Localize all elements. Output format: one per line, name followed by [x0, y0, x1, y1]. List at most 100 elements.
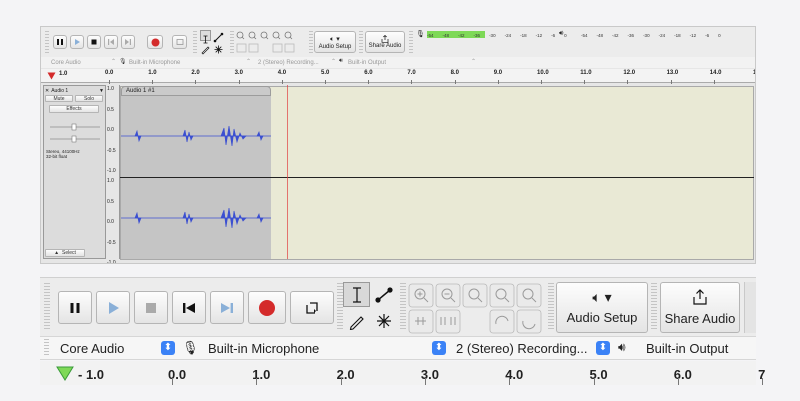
- amplitude-scale-label: 0.5: [107, 106, 114, 113]
- record-button[interactable]: [248, 291, 286, 324]
- pause-button[interactable]: [53, 35, 67, 49]
- share-audio-button[interactable]: Share Audio: [365, 31, 405, 53]
- toolbar-grip[interactable]: [548, 283, 554, 331]
- gain-slider[interactable]: [47, 118, 103, 131]
- record-icon: [151, 38, 159, 46]
- output-device-select[interactable]: Built-in Output: [646, 339, 728, 357]
- toolbar-grip[interactable]: [409, 31, 413, 53]
- chevron-down-icon[interactable]: ▼: [99, 88, 104, 94]
- ruler-tick: [762, 378, 764, 385]
- play-head-icon[interactable]: [56, 366, 74, 381]
- toolbar-grip[interactable]: [44, 339, 49, 357]
- record-button[interactable]: [147, 35, 163, 49]
- undo-button[interactable]: [490, 310, 514, 333]
- zoom-toggle-button[interactable]: [517, 284, 541, 307]
- audio-setup-label: Audio Setup: [318, 43, 352, 50]
- close-icon[interactable]: ✕: [45, 88, 49, 94]
- stop-icon: [91, 39, 97, 45]
- solo-button[interactable]: Solo: [75, 95, 103, 102]
- select-tool-icon[interactable]: [200, 30, 211, 44]
- ruler-label: 13.0: [666, 70, 679, 76]
- toolbar-grip[interactable]: [193, 31, 197, 53]
- pan-slider[interactable]: [47, 130, 103, 143]
- multi-tool-button[interactable]: [370, 308, 397, 333]
- ruler-tick: [281, 80, 283, 84]
- ruler-label: 8.0: [450, 70, 459, 76]
- skip-to-end-button[interactable]: [210, 291, 244, 324]
- clip-title-bar[interactable]: Audio 1 #1: [121, 86, 271, 96]
- skip-to-start-button[interactable]: [172, 291, 206, 324]
- select-tool-button[interactable]: [343, 282, 370, 307]
- tools-toolbar: [199, 30, 225, 55]
- skip-end-icon: [125, 39, 131, 45]
- select-tool-icon: [352, 286, 361, 303]
- ruler-tick: [593, 378, 595, 385]
- ruler-label: 11.0: [580, 70, 592, 76]
- skip-start-icon: [108, 39, 114, 45]
- output-device-select[interactable]: Built-in Output: [348, 58, 386, 67]
- mute-button[interactable]: Mute: [45, 95, 73, 102]
- host-select[interactable]: Core Audio ⬍: [60, 339, 175, 357]
- effects-button[interactable]: Effects: [49, 105, 99, 113]
- skip-to-start-button[interactable]: [104, 35, 118, 49]
- pause-button[interactable]: [58, 291, 92, 324]
- zoom-in-button[interactable]: [409, 284, 433, 307]
- cursor-line: [287, 85, 288, 259]
- multi-tool-icon[interactable]: [213, 42, 224, 54]
- toolbar-grip[interactable]: [309, 31, 313, 53]
- stop-button[interactable]: [134, 291, 168, 324]
- play-head-icon[interactable]: [47, 72, 56, 80]
- skip-to-end-button[interactable]: [121, 35, 135, 49]
- toolbar-edge: [744, 282, 756, 333]
- ruler-tick: [497, 80, 499, 84]
- speaker-icon: 🔊︎: [339, 58, 343, 64]
- loop-button[interactable]: [172, 35, 187, 49]
- toolbar-grip[interactable]: [45, 31, 49, 53]
- ruler-label: 0.0: [168, 367, 187, 382]
- ruler-tick: [670, 80, 672, 84]
- toolbar-grip[interactable]: [651, 283, 657, 331]
- timeline-ruler[interactable]: [40, 361, 756, 385]
- loop-button[interactable]: [290, 291, 334, 324]
- input-device-select[interactable]: Built-in Microphone ⬍: [208, 339, 446, 357]
- ruler-tick: [325, 80, 326, 84]
- toolbar-grip[interactable]: [400, 283, 406, 331]
- draw-tool-icon: [349, 315, 364, 330]
- ruler-label: 3.0: [234, 70, 243, 76]
- ruler-label: 1.0: [252, 367, 271, 382]
- play-button[interactable]: [96, 291, 130, 324]
- select-track-button[interactable]: ▲ Select: [45, 249, 85, 257]
- channels-select[interactable]: 2 (Stereo) Recording... ⬍: [456, 339, 610, 357]
- play-icon: [109, 301, 119, 314]
- fit-selection-button[interactable]: [463, 284, 487, 307]
- draw-tool-icon[interactable]: [200, 42, 211, 55]
- track-name-header[interactable]: ✕ Audio 1 ▼: [45, 87, 104, 94]
- envelope-tool-button[interactable]: [370, 282, 397, 307]
- playback-meter-scale: -54 -48 -42 -36 -30 -24 -18 -12 -6 0: [581, 32, 721, 38]
- play-button[interactable]: [70, 35, 84, 49]
- silence-audio-button[interactable]: [436, 310, 460, 333]
- envelope-tool-icon[interactable]: [213, 30, 224, 43]
- toolbar-grip[interactable]: [230, 31, 234, 53]
- trim-audio-button[interactable]: [409, 310, 433, 333]
- ruler-tick: [584, 80, 586, 84]
- input-device-select[interactable]: Built-in Microphone: [129, 58, 180, 67]
- toolbar-grip[interactable]: [44, 283, 50, 331]
- toolbar-grip[interactable]: [359, 31, 363, 53]
- share-audio-button[interactable]: Share Audio: [660, 282, 740, 333]
- microphone-icon: 🎙︎: [182, 340, 199, 355]
- ruler-label: 6.0: [364, 70, 373, 76]
- channels-select[interactable]: 2 (Stereo) Recording...: [258, 58, 319, 67]
- host-select[interactable]: Core Audio: [51, 58, 81, 67]
- audio-setup-button[interactable]: 🔈︎ ▾ Audio Setup: [556, 282, 648, 333]
- microphone-icon: 🎙︎: [119, 59, 127, 65]
- redo-button[interactable]: [517, 310, 541, 333]
- ruler-tick: [677, 378, 679, 385]
- zoom-out-button[interactable]: [436, 284, 460, 307]
- stop-button[interactable]: [87, 35, 101, 49]
- track-format-info: Stereo, 44100Hz 32-bit float: [46, 149, 80, 159]
- draw-tool-button[interactable]: [343, 308, 370, 333]
- ruler-tick: [411, 80, 413, 84]
- fit-project-button[interactable]: [490, 284, 514, 307]
- audio-setup-button[interactable]: 🔈︎ ▾ Audio Setup: [314, 31, 356, 53]
